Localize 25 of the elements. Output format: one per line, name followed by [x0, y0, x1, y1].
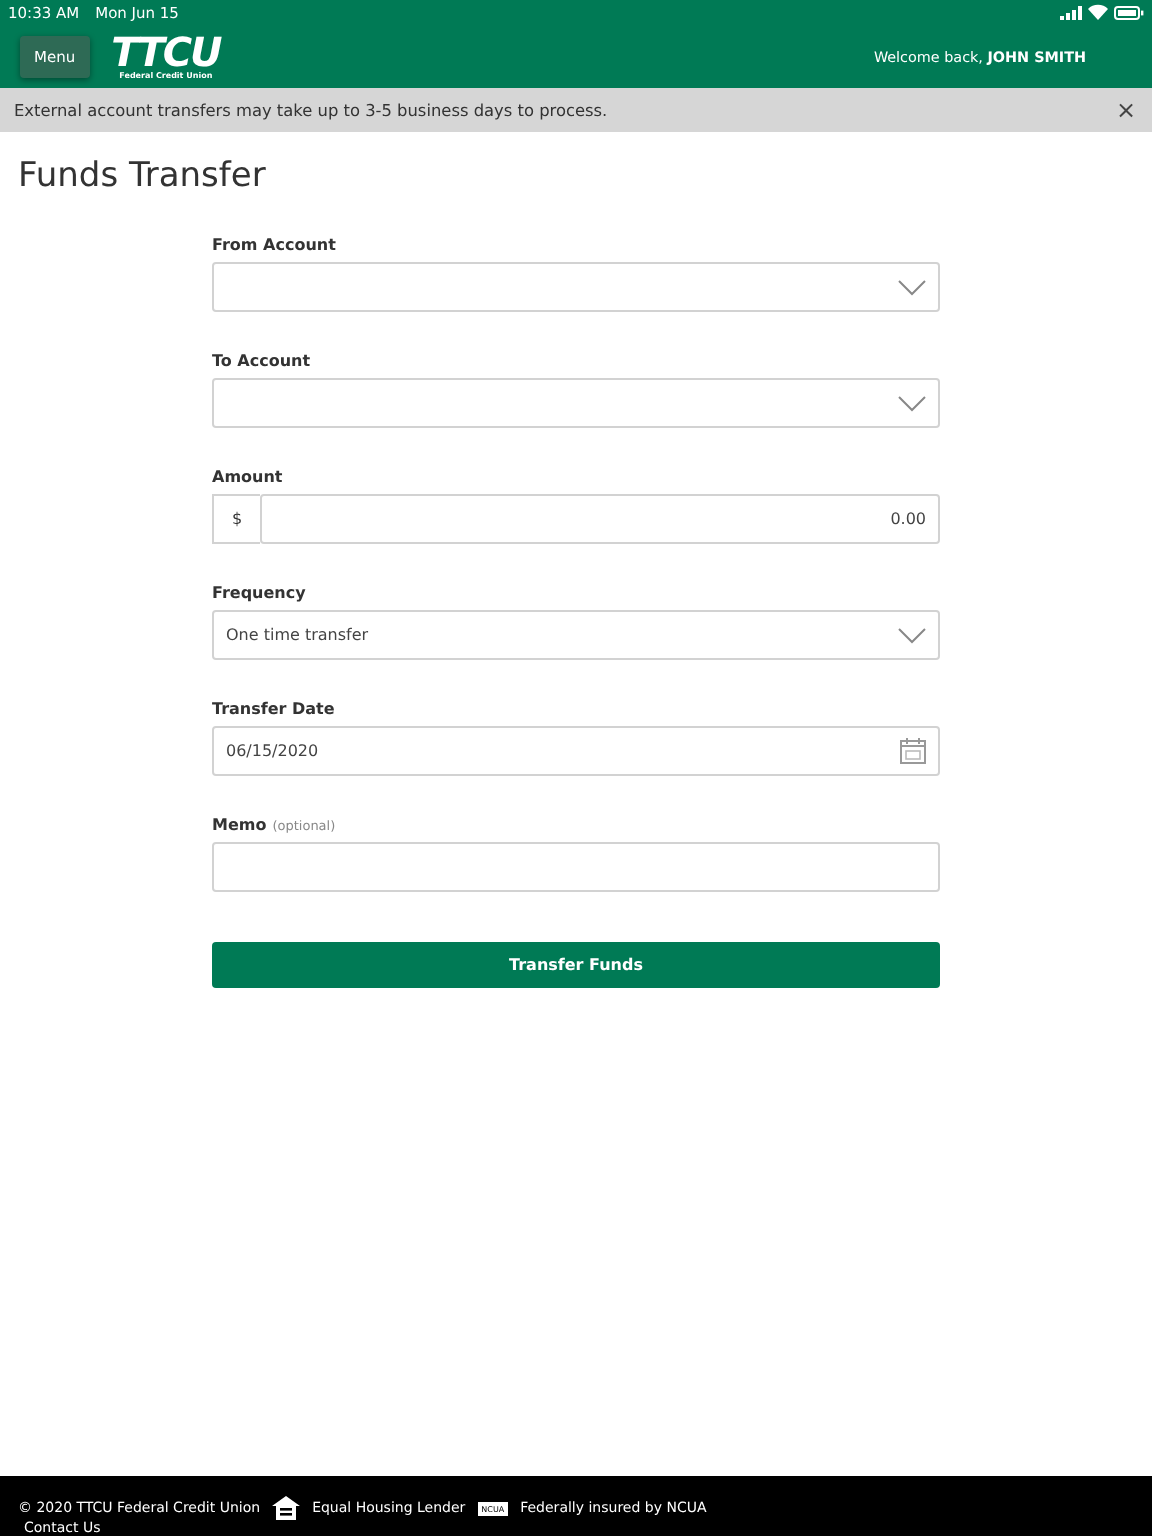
dropdown-field[interactable]: [212, 262, 940, 312]
memo-field[interactable]: [212, 842, 940, 892]
house-icon: [272, 1496, 301, 1520]
field-label: Amount: [212, 468, 283, 486]
field-label: Frequency: [212, 584, 306, 602]
calendar-icon: [900, 738, 926, 764]
signal-icon: [1060, 5, 1082, 19]
chevron-down-icon: [898, 627, 926, 643]
amount-field[interactable]: 0.00: [260, 494, 940, 544]
currency-prefix: $: [212, 494, 260, 544]
close-button[interactable]: ×: [1111, 98, 1140, 122]
field-label: To Account: [212, 352, 311, 370]
field-label: Memo: [212, 816, 267, 834]
transfer-funds-button[interactable]: Transfer Funds: [212, 942, 940, 988]
chevron-down-icon: [898, 395, 926, 411]
battery-icon: [1114, 5, 1144, 19]
wifi-icon: [1088, 4, 1108, 20]
dropdown-field[interactable]: [212, 378, 940, 428]
field-label: Transfer Date: [212, 700, 335, 718]
chevron-down-icon: [898, 279, 926, 295]
field-label: From Account: [212, 236, 336, 254]
notice-text: External account transfers may take up to 3-5 business days to process.: [14, 100, 608, 120]
page-title: Funds Transfer: [18, 156, 268, 196]
date-field[interactable]: 06/15/2020: [212, 726, 940, 776]
dropdown-field[interactable]: One time transfer: [212, 610, 940, 660]
